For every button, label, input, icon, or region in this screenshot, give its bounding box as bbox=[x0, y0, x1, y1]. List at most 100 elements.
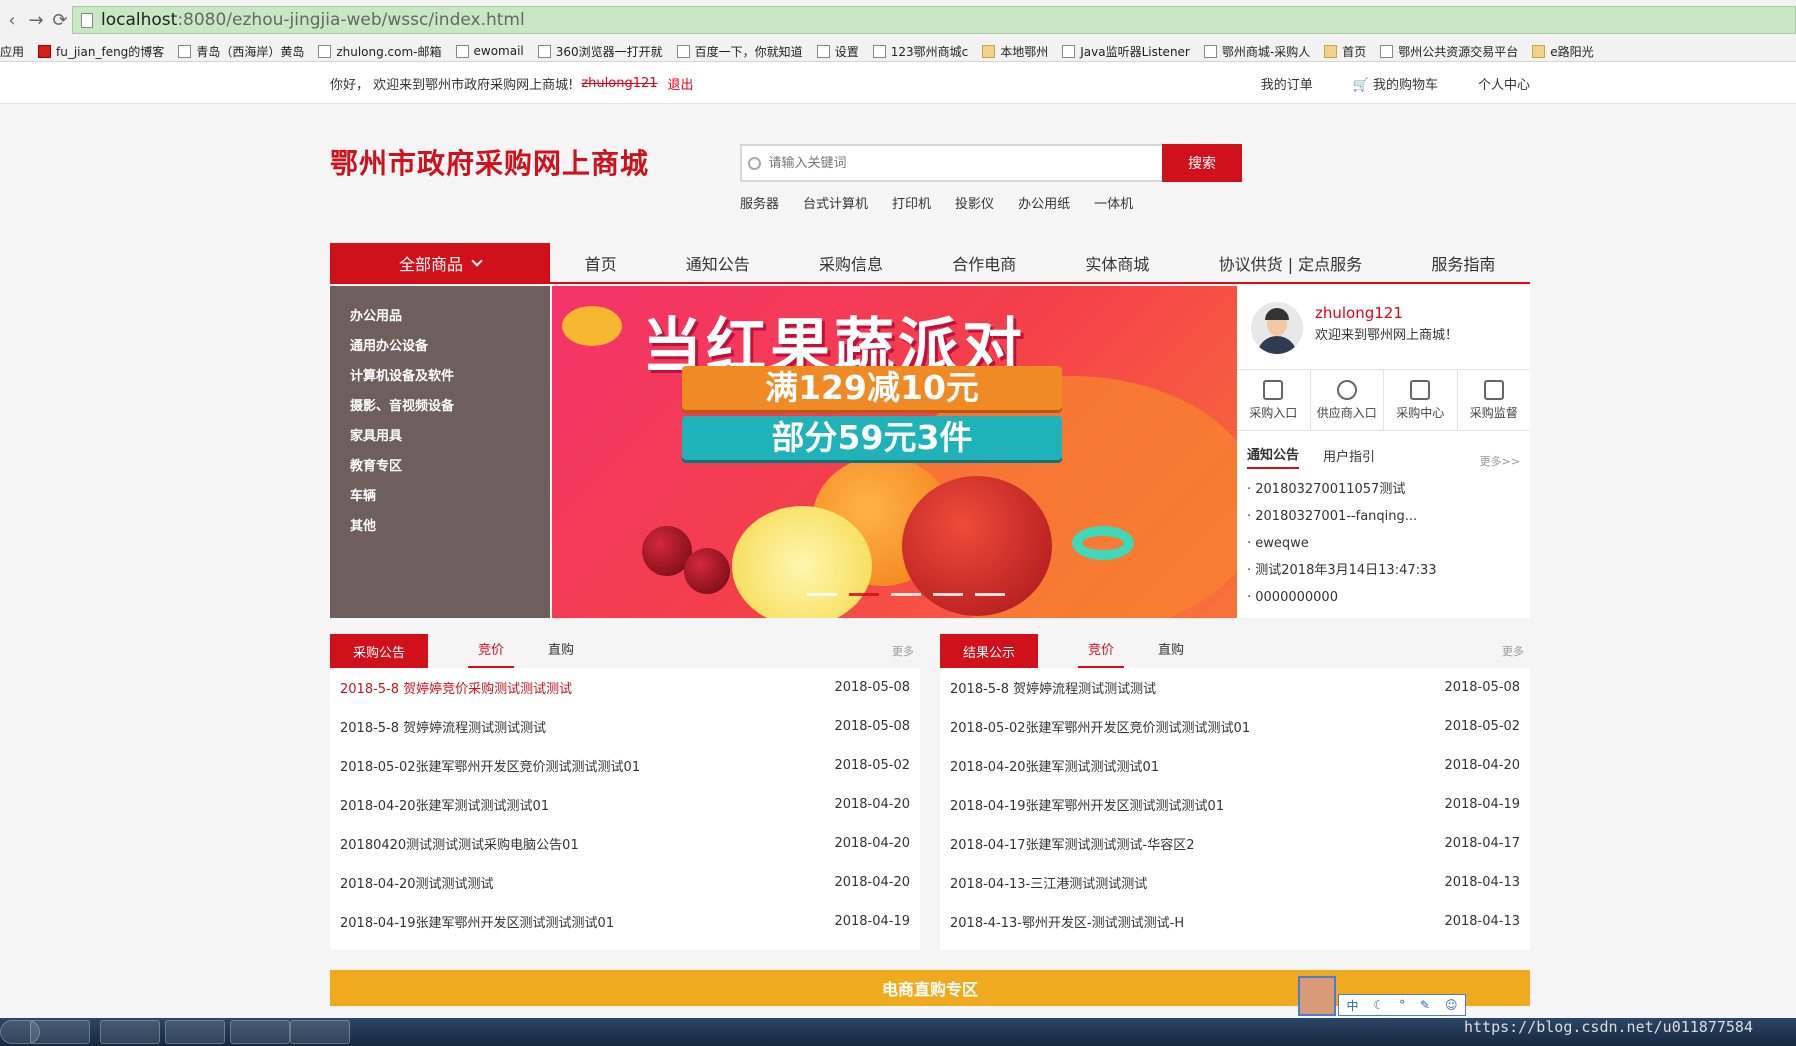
bookmark-item[interactable]: ewomail bbox=[455, 44, 524, 58]
logout-link[interactable]: 退出 bbox=[668, 74, 694, 93]
bookmark-apps[interactable]: 应用 bbox=[0, 43, 24, 60]
category-item[interactable]: 教育专区 bbox=[330, 458, 550, 488]
slider-dot[interactable] bbox=[807, 593, 837, 596]
taskbar-app[interactable] bbox=[230, 1020, 290, 1044]
tab-user-guide[interactable]: 用户指引 bbox=[1323, 446, 1375, 469]
bookmark-item[interactable]: 360浏览器一打开就 bbox=[537, 43, 663, 60]
category-item[interactable]: 其他 bbox=[330, 518, 550, 548]
hot-keyword[interactable]: 打印机 bbox=[892, 193, 931, 212]
table-row[interactable]: 2018-4-13-鄂州开发区-测试测试测试-H 2018-04-13 bbox=[950, 902, 1520, 941]
notice-item[interactable]: · 201803270011057测试 bbox=[1247, 476, 1437, 503]
table-row[interactable]: 2018-04-17张建军测试测试测试-华容区2 2018-04-17 bbox=[950, 824, 1520, 863]
my-orders-link[interactable]: 我的订单 bbox=[1261, 74, 1313, 93]
notice-item[interactable]: · eweqwe bbox=[1247, 530, 1437, 557]
procurement-more-link[interactable]: 更多 bbox=[892, 643, 914, 659]
bookmark-folder[interactable]: e路阳光 bbox=[1532, 43, 1594, 60]
results-title[interactable]: 结果公示 bbox=[940, 634, 1038, 668]
reload-icon[interactable]: ⟳ bbox=[48, 10, 72, 31]
my-cart-link[interactable]: 🛒 我的购物车 bbox=[1353, 74, 1438, 93]
table-row[interactable]: 2018-04-13-三江港测试测试测试 2018-04-13 bbox=[950, 863, 1520, 902]
slider-dot[interactable] bbox=[891, 593, 921, 596]
table-row[interactable]: 2018-5-8 贺婷婷流程测试测试测试 2018-05-08 bbox=[340, 707, 910, 746]
category-item[interactable]: 摄影、音视频设备 bbox=[330, 398, 550, 428]
search-button[interactable]: 搜索 bbox=[1162, 144, 1242, 182]
table-row[interactable]: 20180420测试测试测试采购电脑公告01 2018-04-20 bbox=[340, 824, 910, 863]
nav-item-procurement-info[interactable]: 采购信息 bbox=[819, 251, 883, 275]
tab-bidding[interactable]: 竞价 bbox=[468, 634, 515, 668]
hot-keyword[interactable]: 服务器 bbox=[740, 193, 779, 212]
hot-keyword[interactable]: 投影仪 bbox=[955, 193, 994, 212]
procurement-center-button[interactable]: 采购中心 bbox=[1384, 370, 1458, 430]
personal-center-link[interactable]: 个人中心 bbox=[1478, 74, 1530, 93]
table-row[interactable]: 2018-04-20张建军测试测试测试01 2018-04-20 bbox=[340, 785, 910, 824]
nav-item-physical-mall[interactable]: 实体商城 bbox=[1085, 251, 1149, 275]
bookmark-item[interactable]: fu_jian_feng的博客 bbox=[38, 43, 164, 60]
site-logo[interactable]: 鄂州市政府采购网上商城 bbox=[330, 142, 649, 182]
procurement-supervision-button[interactable]: 采购监督 bbox=[1458, 370, 1531, 430]
back-icon[interactable]: ‹ bbox=[0, 10, 24, 31]
taskbar-app[interactable] bbox=[165, 1020, 225, 1044]
procurement-title[interactable]: 采购公告 bbox=[330, 634, 428, 668]
bookmark-folder[interactable]: 本地鄂州 bbox=[982, 43, 1048, 60]
taskbar-app[interactable] bbox=[30, 1020, 90, 1044]
notice-item[interactable]: · 0000000000 bbox=[1247, 584, 1437, 611]
buyer-entry-button[interactable]: 采购入口 bbox=[1237, 370, 1311, 430]
forward-icon[interactable]: → bbox=[24, 10, 48, 31]
promo-banner[interactable]: 当红果蔬派对 满129减10元 部分59元3件 bbox=[552, 286, 1237, 618]
wrench-icon[interactable]: ✎ bbox=[1420, 998, 1430, 1012]
bookmark-item[interactable]: zhulong.com-邮箱 bbox=[318, 43, 442, 60]
table-row[interactable]: 2018-5-8 贺婷婷流程测试测试测试 2018-05-08 bbox=[950, 668, 1520, 707]
bookmark-item[interactable]: 青岛（西海岸）黄岛 bbox=[178, 43, 304, 60]
bookmark-item[interactable]: Java监听器Listener bbox=[1062, 43, 1190, 60]
table-row[interactable]: 2018-04-20张建军测试测试测试01 2018-04-20 bbox=[950, 746, 1520, 785]
supplier-entry-button[interactable]: 供应商入口 bbox=[1311, 370, 1384, 430]
ime-widget[interactable]: 中 ☾ ° ✎ ☺ bbox=[1298, 976, 1468, 1018]
bookmark-item[interactable]: 百度一下，你就知道 bbox=[676, 43, 803, 60]
nav-item-service-guide[interactable]: 服务指南 bbox=[1431, 251, 1495, 275]
notice-item[interactable]: · 测试2018年3月14日13:47:33 bbox=[1247, 557, 1437, 584]
tab-notices[interactable]: 通知公告 bbox=[1247, 444, 1300, 469]
tab-bidding[interactable]: 竞价 bbox=[1078, 634, 1125, 668]
bookmark-item[interactable]: 123鄂州商城c bbox=[872, 43, 968, 60]
table-row[interactable]: 2018-04-20测试测试测试 2018-04-20 bbox=[340, 863, 910, 902]
hot-keyword[interactable]: 台式计算机 bbox=[803, 193, 868, 212]
bookmark-folder[interactable]: 首页 bbox=[1324, 43, 1366, 60]
moon-icon[interactable]: ☾ bbox=[1373, 998, 1384, 1012]
panel-more-link[interactable]: 更多>> bbox=[1480, 453, 1520, 469]
hot-keyword[interactable]: 办公用纸 bbox=[1018, 193, 1070, 212]
hot-keyword[interactable]: 一体机 bbox=[1094, 193, 1133, 212]
tab-direct-purchase[interactable]: 直购 bbox=[1148, 634, 1194, 668]
table-row[interactable]: 2018-05-02张建军鄂州开发区竞价测试测试测试01 2018-05-02 bbox=[950, 707, 1520, 746]
table-row[interactable]: 2018-04-19张建军鄂州开发区测试测试测试01 2018-04-19 bbox=[950, 785, 1520, 824]
category-item[interactable]: 办公用品 bbox=[330, 308, 550, 338]
taskbar-app[interactable] bbox=[290, 1020, 350, 1044]
punctuation-icon[interactable]: ° bbox=[1399, 998, 1405, 1012]
table-row[interactable]: 2018-05-02张建军鄂州开发区竞价测试测试测试01 2018-05-02 bbox=[340, 746, 910, 785]
all-goods-button[interactable]: 全部商品 bbox=[330, 243, 550, 283]
category-item[interactable]: 家具用具 bbox=[330, 428, 550, 458]
ime-mode[interactable]: 中 bbox=[1346, 997, 1358, 1014]
username-link[interactable]: zhulong121 bbox=[581, 76, 657, 91]
nav-item-agreement-supply[interactable]: 协议供货 | 定点服务 bbox=[1219, 251, 1363, 275]
search-input[interactable] bbox=[768, 155, 1162, 171]
tab-direct-purchase[interactable]: 直购 bbox=[538, 634, 584, 668]
address-bar[interactable]: localhost:8080/ezhou-jingjia-web/wssc/in… bbox=[72, 6, 1796, 34]
bookmark-item[interactable]: 鄂州公共资源交易平台 bbox=[1380, 43, 1518, 60]
slider-dot[interactable] bbox=[849, 593, 879, 596]
table-row[interactable]: 2018-04-19张建军鄂州开发区测试测试测试01 2018-04-19 bbox=[340, 902, 910, 941]
notice-item[interactable]: · 20180327001--fanqing... bbox=[1247, 503, 1437, 530]
smile-icon[interactable]: ☺ bbox=[1445, 998, 1458, 1012]
category-item[interactable]: 计算机设备及软件 bbox=[330, 368, 550, 398]
slider-dot[interactable] bbox=[933, 593, 963, 596]
taskbar-app[interactable] bbox=[100, 1020, 160, 1044]
table-row[interactable]: 2018-5-8 贺婷婷竞价采购测试测试测试 2018-05-08 bbox=[340, 668, 910, 707]
category-item[interactable]: 通用办公设备 bbox=[330, 338, 550, 368]
nav-item-home[interactable]: 首页 bbox=[585, 251, 617, 275]
bookmark-item[interactable]: 鄂州商城-采购人 bbox=[1203, 43, 1310, 60]
slider-dot[interactable] bbox=[975, 593, 1005, 596]
nav-item-notices[interactable]: 通知公告 bbox=[686, 251, 750, 275]
category-item[interactable]: 车辆 bbox=[330, 488, 550, 518]
results-more-link[interactable]: 更多 bbox=[1502, 643, 1524, 659]
nav-item-partner-ecommerce[interactable]: 合作电商 bbox=[952, 251, 1016, 275]
bookmark-item[interactable]: 设置 bbox=[816, 43, 859, 60]
